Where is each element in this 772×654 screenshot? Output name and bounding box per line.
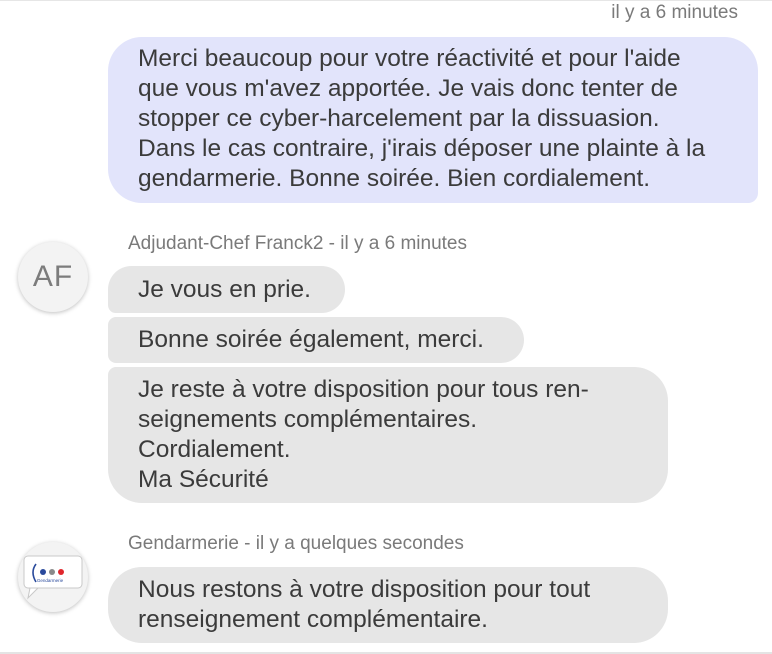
avatar-initials: AF: [32, 260, 74, 293]
gendarmerie-logo-icon: Gendarmerie: [23, 555, 83, 600]
sender-avatar-af[interactable]: AF: [18, 242, 88, 312]
top-divider: [0, 0, 772, 1]
sender-line-gendarmerie: Gendarmerie - il y a quelques secondes: [128, 533, 464, 554]
logo-text: Gendarmerie: [37, 578, 64, 583]
message-bubble[interactable]: Bonne soirée également, merci.: [108, 317, 524, 363]
own-message-timestamp: il y a 6 minutes: [611, 2, 738, 23]
message-bubble[interactable]: Je reste à votre disposition pour tous r…: [108, 367, 668, 503]
sender-line-franck: Adjudant-Chef Franck2 - il y a 6 minutes: [128, 233, 467, 254]
gendarmerie-avatar[interactable]: Gendarmerie: [18, 542, 88, 612]
message-bubble[interactable]: Nous restons à votre disposition pour to…: [108, 567, 668, 643]
message-bubble[interactable]: Je vous en prie.: [108, 266, 345, 313]
own-message-bubble[interactable]: Merci beaucoup pour votre réactivité et …: [108, 37, 758, 203]
